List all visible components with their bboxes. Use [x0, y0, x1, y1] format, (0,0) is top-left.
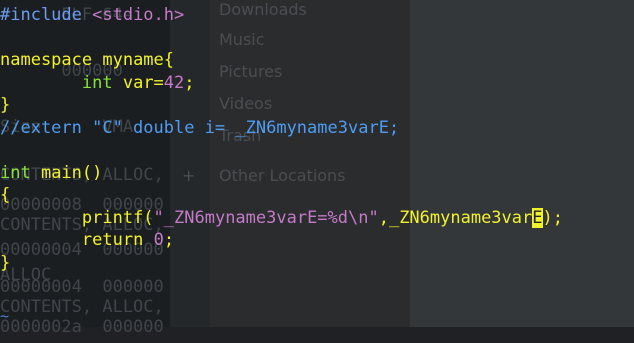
code-editor[interactable]: #include <stdio.h> namespace myname{ int … — [0, 0, 634, 327]
code-token: "_ZN6myname3varE=%d\n" — [153, 207, 379, 228]
code-token: 42 — [163, 72, 185, 93]
code-token: main() — [30, 162, 103, 183]
code-token: 0 — [153, 230, 164, 250]
code-token: <stdio.h> — [92, 5, 185, 25]
code-line: #include <stdio.h> — [0, 0, 184, 31]
empty-line-marker: ~ — [0, 307, 10, 325]
code-token: } — [0, 252, 11, 273]
code-token: ); — [542, 207, 563, 228]
code-token: #include — [0, 5, 93, 25]
code-token: var= — [112, 72, 164, 93]
code-token: return — [81, 230, 144, 250]
code-token: ; — [184, 72, 195, 93]
code-token: int — [81, 72, 113, 93]
code-token: //extern "C" double i= _ZN6myname3varE; — [0, 117, 400, 138]
text-cursor: E — [532, 207, 543, 228]
code-line: //extern "C" double i= _ZN6myname3varE; — [0, 113, 399, 144]
code-line: int main() — [0, 158, 102, 189]
code-line: int var=42; — [0, 68, 195, 99]
code-token: ; — [163, 230, 175, 250]
code-line: return 0; — [0, 225, 174, 256]
code-token: ,_ZN6myname3var — [378, 207, 533, 228]
code-line: } — [0, 248, 10, 279]
